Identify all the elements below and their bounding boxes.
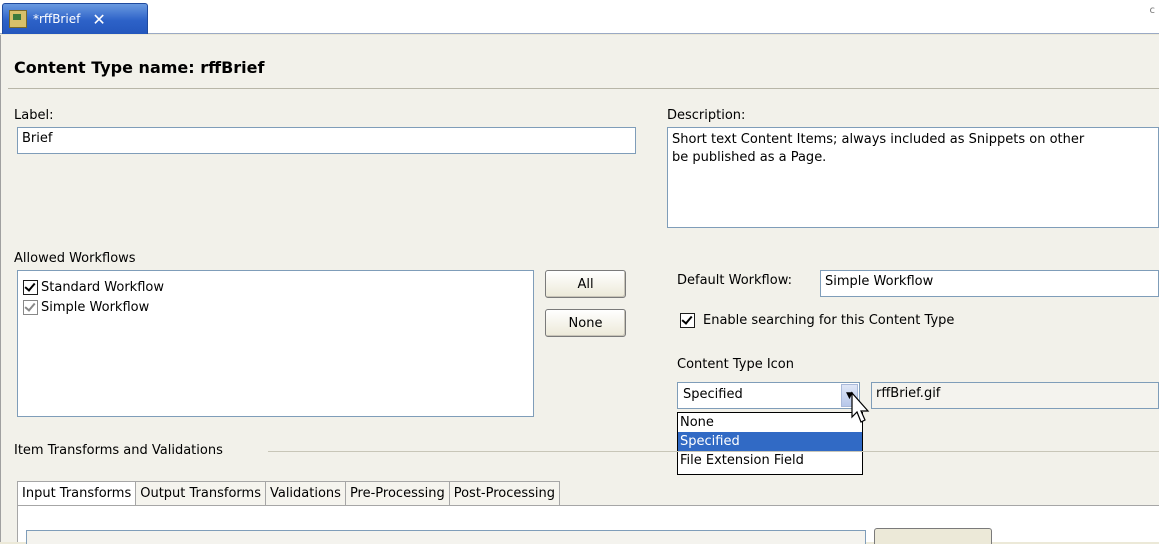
workflow-item-label: Standard Workflow [41,279,164,295]
icon-option-specified[interactable]: Specified [678,432,862,451]
transforms-tab-content [17,506,1159,544]
description-textarea[interactable]: Short text Content Items; always include… [667,127,1159,228]
icon-option-file-extension-field[interactable]: File Extension Field [678,451,862,470]
content-type-icon-label: Content Type Icon [677,357,794,372]
workflow-item-simple[interactable]: Simple Workflow [23,297,528,317]
icon-select-value: Specified [683,387,743,402]
description-field-label: Description: [667,108,746,123]
all-button[interactable]: All [545,270,626,298]
tab-output-transforms[interactable]: Output Transforms [135,481,266,506]
tab-post-processing[interactable]: Post-Processing [448,481,561,506]
editor-tab-title: *rffBrief [33,12,81,26]
tab-validations[interactable]: Validations [264,481,346,506]
none-button[interactable]: None [545,309,626,337]
close-icon[interactable]: ✕ [92,10,105,29]
icon-option-none[interactable]: None [678,413,862,432]
mouse-pointer-icon [851,391,870,423]
content-type-file-icon [9,10,27,28]
item-transforms-label: Item Transforms and Validations [14,443,223,458]
enable-search-checkbox[interactable] [680,313,695,328]
transforms-tab-strip: Input Transforms Output Transforms Valid… [17,481,561,506]
workflow-item-standard[interactable]: Standard Workflow [23,277,528,297]
tab-pre-processing[interactable]: Pre-Processing [344,481,450,506]
description-line-2: be published as a Page. [672,150,827,165]
workflow-item-label: Simple Workflow [41,299,150,315]
tab-input-transforms[interactable]: Input Transforms [17,481,137,506]
corner-mark: c [1149,5,1156,16]
allowed-workflows-list[interactable]: Standard Workflow Simple Workflow [17,270,534,417]
default-workflow-label: Default Workflow: [677,273,792,288]
content-type-icon-select[interactable]: Specified ▼ [677,382,860,409]
standard-workflow-checkbox[interactable] [23,279,38,295]
icon-filename-field[interactable]: rffBrief.gif [871,382,1159,409]
enable-search-row[interactable]: Enable searching for this Content Type [680,313,954,328]
editor-tab-rffbrief[interactable]: *rffBrief ✕ [2,3,148,34]
allowed-workflows-label: Allowed Workflows [14,251,136,266]
label-field-label: Label: [14,108,54,123]
section-divider [268,451,1159,452]
title-divider [8,88,1159,89]
label-input[interactable]: Brief [17,127,636,154]
editor-tab-bar: *rffBrief ✕ c [0,0,1159,34]
default-workflow-field[interactable]: Simple Workflow [820,270,1159,297]
description-line-1: Short text Content Items; always include… [672,132,1085,147]
page-title: Content Type name: rffBrief [14,58,265,77]
icon-dropdown-list[interactable]: None Specified File Extension Field [677,412,863,475]
enable-search-label: Enable searching for this Content Type [703,313,955,328]
simple-workflow-checkbox[interactable] [23,299,38,315]
